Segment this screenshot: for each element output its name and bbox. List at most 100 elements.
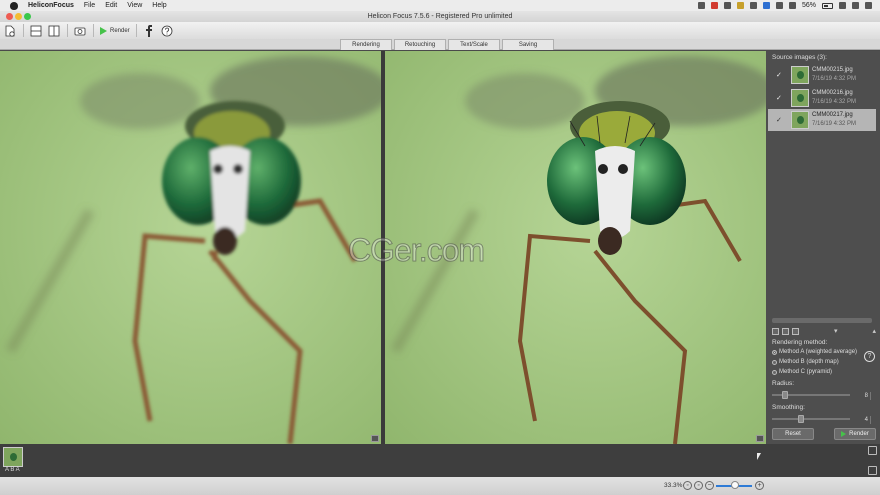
slider-thumb[interactable] — [782, 391, 788, 399]
battery-icon[interactable] — [822, 2, 833, 9]
window-minimize-button[interactable] — [15, 13, 22, 20]
window-zoom-button[interactable] — [24, 13, 31, 20]
source-item[interactable]: ✓ CMM00216.jpg 7/16/19 4:32 PM — [768, 87, 876, 109]
camera-icon — [74, 27, 86, 35]
save-icon[interactable] — [868, 446, 877, 455]
tray-wifi-icon[interactable] — [775, 2, 783, 9]
smoothing-value: 4 — [864, 416, 868, 423]
reset-button[interactable]: Reset — [772, 428, 814, 440]
window-close-button[interactable] — [6, 13, 13, 20]
add-source-icon[interactable] — [772, 328, 779, 335]
apple-icon[interactable] — [10, 1, 18, 10]
tray-shield-icon[interactable] — [736, 2, 744, 9]
menu-file[interactable]: File — [84, 2, 95, 9]
method-a-option[interactable]: Method A (weighted average) — [772, 349, 857, 355]
slider-thumb[interactable] — [798, 415, 804, 423]
source-thumbnail — [791, 89, 809, 107]
tab-rendering[interactable]: Rendering — [340, 39, 392, 50]
source-date: 7/16/19 4:32 PM — [812, 99, 857, 105]
method-c-option[interactable]: Method C (pyramid) — [772, 369, 832, 375]
settings-panel: Source images (3): ✓ CMM00215.jpg 7/16/1… — [766, 51, 880, 444]
zoom-slider-thumb[interactable] — [731, 481, 739, 489]
pane-navigator-button[interactable] — [371, 435, 379, 442]
zoom-actual-icon[interactable]: ◦ — [694, 481, 703, 490]
capture-button[interactable] — [73, 24, 87, 38]
horizontal-layout-button[interactable] — [29, 24, 43, 38]
chevron-down-icon[interactable]: ▾ — [834, 328, 838, 335]
spotlight-search-icon[interactable] — [852, 2, 859, 9]
tray-display-icon[interactable] — [749, 2, 757, 9]
rendering-method-label: Rendering method: — [772, 339, 828, 346]
source-checkbox[interactable]: ✓ — [776, 95, 783, 102]
smoothing-slider[interactable] — [772, 415, 850, 423]
radio-button[interactable] — [772, 349, 777, 355]
filmstrip-label: A B A — [5, 467, 20, 473]
tab-bar: Rendering Retouching Text/Scale Saving — [0, 39, 880, 50]
stepper-arrows-icon[interactable] — [870, 391, 874, 400]
method-help-button[interactable]: ? — [864, 351, 875, 362]
remove-source-icon[interactable] — [782, 328, 789, 335]
add-file-icon — [5, 25, 15, 37]
zoom-fit-icon[interactable]: ◦ — [683, 481, 692, 490]
source-images-title: Source images (3): — [772, 54, 827, 61]
source-list-scrollbar[interactable] — [772, 318, 872, 323]
menu-app-name[interactable]: HeliconFocus — [28, 2, 74, 9]
panel-render-button[interactable]: Render — [834, 428, 876, 440]
source-filename: CMM00216.jpg — [812, 90, 853, 96]
tab-saving[interactable]: Saving — [502, 39, 554, 50]
tab-retouching[interactable]: Retouching — [394, 39, 446, 50]
tray-recording-icon[interactable] — [710, 2, 718, 9]
radius-slider[interactable] — [772, 391, 850, 399]
system-tray: 56% — [697, 2, 880, 9]
split-vertical-icon — [48, 25, 60, 36]
notification-center-icon[interactable] — [865, 2, 872, 9]
radio-button[interactable] — [772, 359, 777, 365]
tray-user-icon[interactable] — [839, 2, 846, 9]
tray-status-icon[interactable] — [723, 2, 731, 9]
radio-button[interactable] — [772, 369, 777, 375]
zoom-level: 33.3% — [664, 482, 683, 489]
zoom-in-icon[interactable]: + — [755, 481, 764, 490]
menu-edit[interactable]: Edit — [105, 2, 117, 9]
source-image-pane[interactable] — [0, 51, 381, 444]
vertical-layout-button[interactable] — [47, 24, 61, 38]
tray-bluetooth-icon[interactable] — [762, 2, 770, 9]
tab-text-scale[interactable]: Text/Scale — [448, 39, 500, 50]
tray-app-icon[interactable] — [697, 2, 705, 9]
chevron-up-icon[interactable]: ▴ — [872, 328, 876, 335]
filmstrip-thumbnail[interactable] — [3, 447, 23, 467]
layers-icon[interactable] — [792, 328, 799, 335]
facebook-button[interactable] — [142, 24, 156, 38]
method-b-option[interactable]: Method B (depth map) — [772, 359, 839, 365]
menu-bar: HeliconFocus File Edit View Help 56% — [0, 0, 880, 11]
watermark-text: CGer.com — [347, 232, 485, 269]
render-button[interactable]: Render — [99, 24, 130, 38]
filmstrip: A B A — [0, 444, 880, 477]
smoothing-stepper[interactable]: 4 — [852, 415, 874, 424]
tray-volume-icon[interactable] — [788, 2, 796, 9]
mouse-cursor-icon — [757, 453, 761, 460]
facebook-icon — [145, 24, 152, 37]
method-b-label: Method B (depth map) — [779, 359, 839, 365]
pane-navigator-button[interactable] — [756, 435, 764, 442]
source-list-actions: ▾ ▴ — [772, 327, 876, 336]
source-filename: CMM00217.jpg — [812, 112, 853, 118]
source-thumbnail — [791, 111, 809, 129]
menu-help[interactable]: Help — [152, 2, 166, 9]
source-date: 7/16/19 4:32 PM — [812, 76, 857, 82]
status-bar: 33.3% ◦ ◦ − + — [0, 477, 880, 495]
radius-label: Radius: — [772, 380, 795, 387]
zoom-out-icon[interactable]: − — [705, 481, 714, 490]
help-button[interactable] — [160, 24, 174, 38]
source-checkbox[interactable]: ✓ — [776, 117, 783, 124]
toolbar-separator — [67, 24, 68, 37]
method-a-label: Method A (weighted average) — [779, 349, 858, 355]
stepper-arrows-icon[interactable] — [870, 415, 874, 424]
source-checkbox[interactable]: ✓ — [776, 72, 783, 79]
radius-stepper[interactable]: 8 — [852, 391, 874, 400]
source-item-selected[interactable]: ✓ CMM00217.jpg 7/16/19 4:32 PM — [768, 109, 876, 131]
add-images-button[interactable] — [3, 24, 17, 38]
menu-view[interactable]: View — [127, 2, 142, 9]
source-item[interactable]: ✓ CMM00215.jpg 7/16/19 4:32 PM — [768, 64, 876, 86]
layers-stack-icon[interactable] — [868, 466, 877, 475]
